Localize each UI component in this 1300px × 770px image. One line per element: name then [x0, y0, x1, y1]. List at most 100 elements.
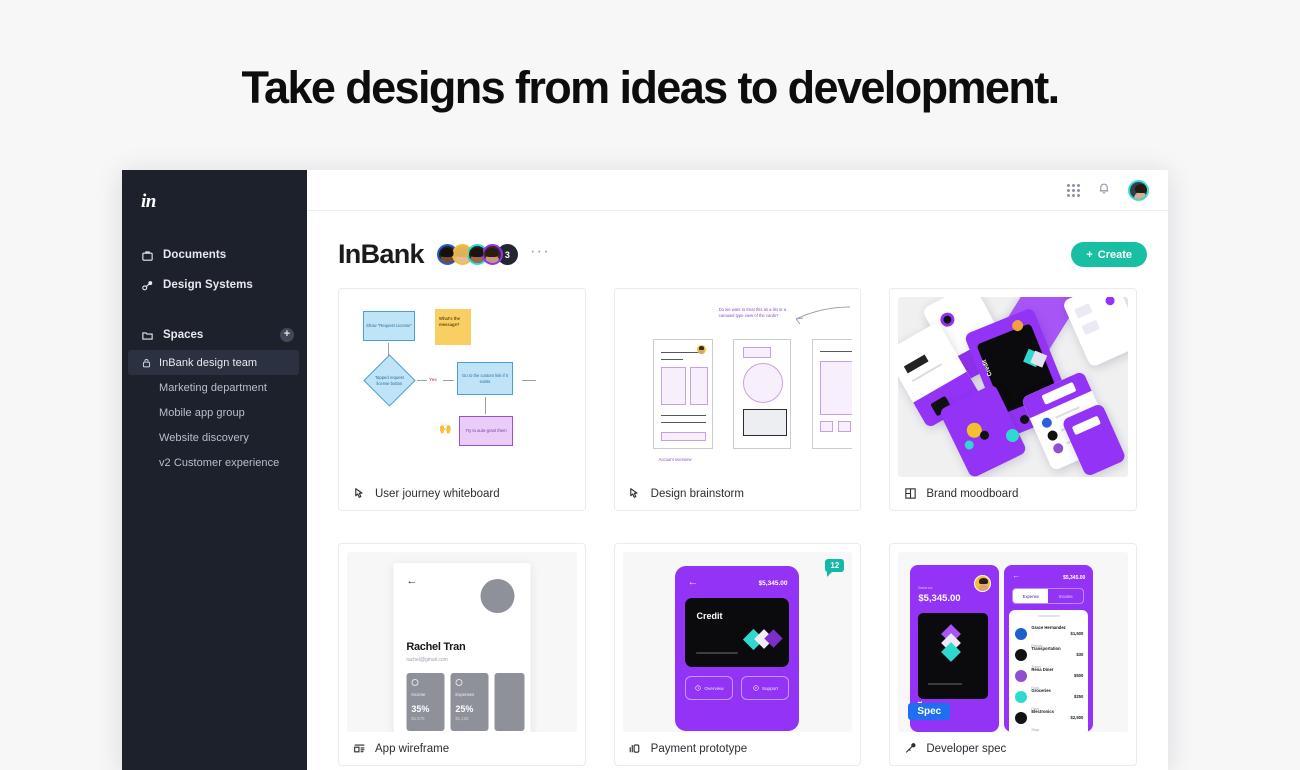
project-header: InBank 3 ··· + Create: [307, 211, 1168, 274]
wireframe-screen: ← Rachel Tran rachel@gmail.com Income 35…: [393, 563, 531, 732]
app-window: in Documents Design Systems Spaces + InB…: [122, 170, 1168, 770]
create-button-label: Create: [1097, 248, 1132, 261]
card-app-wireframe[interactable]: ← Rachel Tran rachel@gmail.com Income 35…: [338, 543, 586, 766]
flow-sticky-note: What's the message?: [435, 309, 471, 345]
wireframe-icon: [352, 742, 366, 755]
balance-amount-small: $5,345.00: [1063, 575, 1086, 581]
flow-arrow: [485, 397, 486, 414]
card-title: Payment prototype: [650, 742, 748, 755]
arrow-down-icon: [411, 679, 419, 686]
bell-icon[interactable]: [1097, 181, 1111, 200]
project-more-menu[interactable]: ···: [530, 242, 550, 263]
freehand-cursor-icon: [352, 487, 366, 500]
flow-arrow: [417, 380, 427, 381]
sidebar: in Documents Design Systems Spaces + InB…: [122, 170, 307, 770]
create-button[interactable]: + Create: [1071, 242, 1147, 267]
user-avatar[interactable]: [1128, 179, 1149, 201]
arrow-up-icon: [455, 679, 463, 686]
balance-caption: Balance: [918, 585, 933, 590]
card-design-brainstorm[interactable]: Do we want to treat this as a list or a …: [613, 288, 862, 511]
back-arrow-icon: ←: [687, 576, 699, 588]
card-title: Design brainstorm: [650, 487, 744, 500]
profile-email: rachel@gmail.com: [406, 657, 448, 663]
sidebar-spaces-header[interactable]: Spaces +: [122, 320, 307, 350]
sidebar-nav: Documents Design Systems: [122, 240, 307, 300]
flow-node-end: Try to auto-grant them: [459, 416, 513, 446]
flowchart-preview: Show "Request License" What's the messag…: [347, 297, 577, 477]
credit-card-block: [918, 613, 989, 699]
card-number-placeholder: [696, 652, 739, 654]
add-space-button[interactable]: +: [280, 328, 294, 342]
flow-node-decision: Tapped request license button: [363, 354, 416, 407]
lock-icon: [141, 358, 152, 368]
card-thumbnail: ← $5,345.00 Credit Overview Support 12: [622, 552, 853, 732]
stat-card-income: Income 35% $1,575: [406, 673, 445, 731]
avatar[interactable]: [481, 244, 503, 265]
app-wireframe-preview: ← Rachel Tran rachel@gmail.com Income 35…: [347, 552, 577, 732]
stat-card-expenses: Expenses 25% $1,125: [450, 673, 489, 731]
avatar: [696, 345, 706, 354]
avatar: [974, 575, 992, 592]
page-headline: Take designs from ideas to development.: [241, 62, 1061, 113]
card-thumbnail: Do we want to treat this as a list or a …: [622, 297, 853, 477]
briefcase-icon: [141, 249, 154, 262]
sidebar-item-label: Mobile app group: [159, 406, 245, 419]
sidebar-item-inbank-design-team[interactable]: InBank design team: [128, 350, 299, 375]
wireframe-preview: Do we want to treat this as a list or a …: [623, 297, 853, 477]
card-thumbnail: Credit: [898, 297, 1128, 477]
flow-arrow: [443, 380, 454, 381]
segment-control[interactable]: Expense Income: [1012, 588, 1085, 604]
sidebar-item-website-discovery[interactable]: Website discovery: [122, 425, 307, 450]
invision-logo[interactable]: in: [122, 181, 307, 223]
avatar: [1015, 648, 1028, 661]
stat-card-partial: [494, 673, 525, 731]
back-arrow-icon: ←: [406, 575, 418, 587]
transaction-sheet: Grace Hernandez Friends $1,500 Transporta…: [1009, 610, 1089, 732]
profile-name: Rachel Tran: [406, 641, 466, 653]
moodboard-preview: Credit: [898, 297, 1128, 477]
folder-icon: [141, 329, 154, 342]
flow-arrow: [522, 380, 536, 381]
sidebar-item-label: Documents: [163, 249, 227, 261]
tab-expense[interactable]: Expense: [1013, 589, 1049, 603]
balance-amount: $5,345.00: [918, 593, 961, 604]
profile-photo: [480, 579, 515, 613]
nodes-icon: [141, 279, 154, 292]
sidebar-item-v2-customer-experience[interactable]: v2 Customer experience: [122, 450, 307, 475]
sidebar-item-mobile-app-group[interactable]: Mobile app group: [122, 400, 307, 425]
card-thumbnail: ← Rachel Tran rachel@gmail.com Income 35…: [347, 552, 577, 732]
card-user-journey-whiteboard[interactable]: Show "Request License" What's the messag…: [338, 288, 586, 511]
flow-node-start: Show "Request License": [363, 311, 415, 341]
payment-prototype-preview: ← $5,345.00 Credit Overview Support 12: [622, 552, 853, 732]
chat-icon: [753, 685, 759, 691]
flow-edge-label: Yes: [429, 377, 437, 382]
grid-layout-icon: [903, 487, 917, 500]
sidebar-item-documents[interactable]: Documents: [122, 240, 307, 270]
overview-button[interactable]: Overview: [685, 676, 734, 700]
flow-node-branch: Go to the custom link if it exists: [457, 362, 513, 395]
card-footer: Brand moodboard: [890, 477, 1136, 510]
sidebar-item-design-systems[interactable]: Design Systems: [122, 270, 307, 300]
tab-income[interactable]: Income: [1048, 589, 1083, 603]
spec-node-icon: [903, 742, 917, 755]
grid-icon[interactable]: [1067, 183, 1080, 197]
card-brand-moodboard[interactable]: Credit Brand moodboard: [889, 288, 1137, 511]
sidebar-item-marketing-department[interactable]: Marketing department: [122, 375, 307, 400]
avatar: [1015, 669, 1028, 682]
support-button[interactable]: Support: [741, 676, 790, 700]
member-avatars[interactable]: 3: [436, 244, 518, 265]
avatar: [1015, 711, 1028, 724]
clock-icon: [695, 685, 702, 691]
card-title: App wireframe: [375, 742, 450, 755]
card-developer-spec[interactable]: Balance $5,345.00 Credit ←: [889, 543, 1137, 766]
card-footer: Payment prototype: [615, 732, 861, 765]
main-content: InBank 3 ··· + Create Show "Request Lice…: [307, 170, 1168, 770]
prototype-buttons: Overview Support: [685, 676, 790, 700]
back-arrow-icon: ←: [1012, 571, 1021, 580]
spec-badge[interactable]: Spec: [908, 703, 951, 720]
comment-count-badge[interactable]: 12: [825, 559, 845, 577]
card-footer: Developer spec: [890, 732, 1136, 765]
card-payment-prototype[interactable]: ← $5,345.00 Credit Overview Support 12 P…: [613, 543, 862, 766]
card-title: Developer spec: [926, 742, 1007, 755]
card-thumbnail: Show "Request License" What's the messag…: [347, 297, 577, 477]
